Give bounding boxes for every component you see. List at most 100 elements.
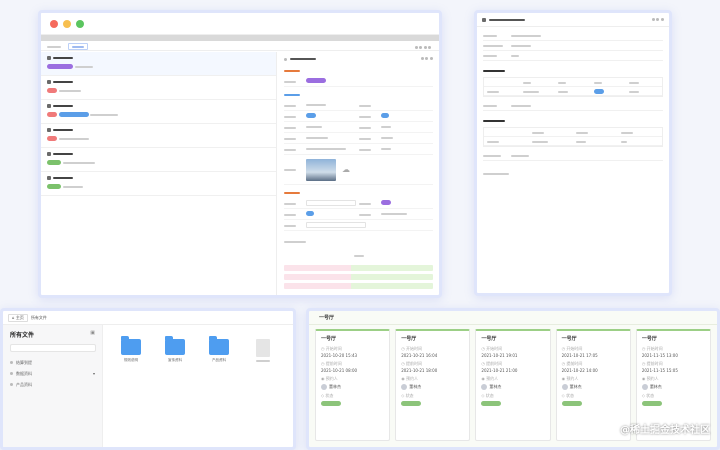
person: 董林杰	[401, 384, 464, 390]
status-badge	[401, 401, 422, 406]
submit-time: 2021-10-22 14:00	[561, 368, 598, 373]
breadcrumb: ⌂ 主页 所有文件	[3, 311, 293, 325]
submit-label: ◷ 提前时间	[401, 361, 422, 366]
breadcrumb-home[interactable]: ⌂ 主页	[8, 313, 28, 322]
status-badge	[641, 401, 662, 406]
person: 董林杰	[561, 384, 625, 390]
status-badge	[481, 401, 502, 406]
start-label: ◷ 开始时间	[321, 346, 342, 351]
folder-icon	[165, 336, 185, 355]
folder-icon	[209, 336, 229, 355]
submit-time: 2021-11-15 15:05	[641, 368, 678, 373]
booking-card[interactable]: 一号厅 ◷ 开始时间 2021-10-21 16:04 ◷ 提前时间 2021-10-2…	[395, 329, 471, 441]
submit-label: ◷ 提前时间	[641, 361, 663, 366]
avatar	[481, 384, 488, 390]
file-manager-window: ⌂ 主页 所有文件 所有文件 ▣ 结算到提 数据资料 ▾ 产品资料 规则说明 宣传…	[0, 308, 296, 450]
start-time: 2021-10-21 16:04	[401, 353, 438, 358]
folder-item[interactable]: 产品资料	[204, 336, 234, 433]
person: 董林杰	[641, 384, 705, 390]
card-title: 一号厅	[641, 336, 657, 342]
history-entry	[284, 283, 433, 289]
panel-title: 一号厅	[309, 311, 717, 325]
person: 董林杰	[481, 384, 544, 390]
status-label: ◇ 状态	[481, 393, 494, 398]
detail-actions[interactable]	[420, 56, 433, 62]
submit-time: 2021-10-21 18:00	[401, 368, 438, 373]
tab-first[interactable]	[47, 44, 61, 49]
submit-label: ◷ 提前时间	[481, 361, 503, 366]
vehicle-photo	[306, 158, 336, 181]
card-title: 一号厅	[401, 336, 417, 342]
card-title: 一号厅	[481, 336, 497, 342]
person-label: ◉ 预约人	[481, 376, 499, 381]
list-item[interactable]	[41, 172, 276, 196]
list-item[interactable]	[41, 124, 276, 148]
folder-item[interactable]: 规则说明	[116, 336, 146, 433]
consume-table	[483, 127, 663, 147]
sidebar-item[interactable]: 产品资料	[10, 379, 95, 390]
window-actions[interactable]	[651, 17, 664, 23]
detail-form-window	[474, 10, 672, 296]
close-window-button[interactable]	[50, 20, 58, 28]
person-label: ◉ 预约人	[561, 376, 579, 381]
section-basic	[284, 68, 433, 73]
folder-icon[interactable]: ▣	[90, 330, 95, 339]
form-icon	[482, 17, 486, 22]
maximize-window-button[interactable]	[76, 20, 84, 28]
chevron-down-icon[interactable]: ▾	[93, 371, 95, 376]
file-item[interactable]	[248, 339, 278, 433]
history-entry	[284, 265, 433, 271]
file-grid: 规则说明 宣传资料 产品资料	[104, 325, 293, 447]
folder-icon	[121, 336, 141, 355]
person: 董林杰	[321, 384, 384, 390]
status-label: ◇ 状态	[561, 393, 574, 398]
start-label: ◷ 开始时间	[561, 346, 583, 351]
list-item[interactable]	[41, 148, 276, 172]
person-label: ◉ 预约人	[641, 376, 659, 381]
avatar	[401, 384, 408, 390]
tab-bar-actions[interactable]	[415, 44, 431, 49]
start-time: 2021-10-21 19:01	[481, 353, 518, 358]
search-input[interactable]	[10, 344, 96, 352]
status-badge	[561, 401, 582, 406]
start-time: 2021-10-21 17:05	[561, 353, 598, 358]
list-item[interactable]	[41, 100, 276, 124]
record-detail: ☁	[278, 52, 439, 295]
tab-bar	[41, 41, 439, 51]
start-time: 2021-11-15 13:00	[641, 353, 678, 358]
person-label: ◉ 预约人	[401, 376, 418, 381]
start-time: 2021-10-20 15:43	[321, 353, 358, 358]
tab-active[interactable]	[68, 43, 89, 50]
file-sidebar: 所有文件 ▣ 结算到提 数据资料 ▾ 产品资料	[3, 325, 103, 447]
booking-card[interactable]: 一号厅 ◷ 开始时间 2021-10-20 15:43 ◷ 提前时间 2021-10-2…	[315, 329, 391, 441]
back-icon[interactable]	[284, 57, 287, 61]
start-label: ◷ 开始时间	[641, 346, 663, 351]
watermark: @稀土掘金技术社区	[620, 425, 710, 436]
submit-label: ◷ 提前时间	[321, 361, 342, 366]
sidebar-item[interactable]: 结算到提	[10, 357, 95, 368]
window-titlebar	[41, 13, 439, 35]
sidebar-title: 所有文件	[10, 332, 35, 339]
person-label: ◉ 预约人	[321, 376, 338, 381]
submit-time: 2021-10-21 21:00	[481, 368, 518, 373]
document-icon	[256, 339, 270, 357]
minimize-window-button[interactable]	[63, 20, 71, 28]
status-label: ◇ 状态	[321, 393, 334, 398]
booking-card[interactable]: 一号厅 ◷ 开始时间 2021-10-21 19:01 ◷ 提前时间 2021-10-2…	[475, 329, 551, 441]
start-label: ◷ 开始时间	[481, 346, 503, 351]
list-item[interactable]	[41, 76, 276, 100]
record-list	[41, 52, 277, 295]
list-item[interactable]	[41, 52, 276, 76]
upload-icon[interactable]: ☁	[342, 165, 350, 174]
breadcrumb-current[interactable]: 所有文件	[31, 315, 47, 321]
card-title: 一号厅	[561, 336, 577, 342]
card-title: 一号厅	[321, 336, 337, 342]
status-badge	[321, 401, 341, 406]
avatar	[561, 384, 568, 390]
folder-item[interactable]: 宣传资料	[160, 336, 190, 433]
home-icon: ⌂	[12, 314, 15, 320]
avatar	[321, 384, 327, 390]
plan-table	[483, 77, 663, 97]
sidebar-item[interactable]: 数据资料 ▾	[10, 368, 95, 379]
avatar	[641, 384, 648, 390]
